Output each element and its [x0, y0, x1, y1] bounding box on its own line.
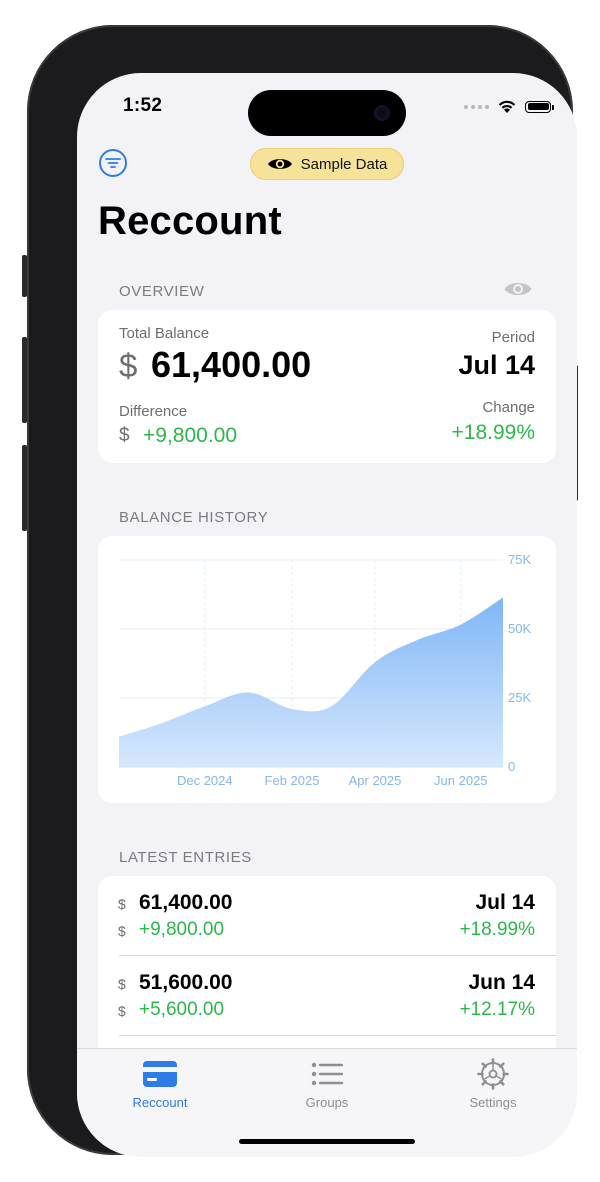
- camera-icon: [374, 105, 390, 121]
- entry-row[interactable]: $ 51,600.00 $ +5,600.00 Jun 14 +12.17%: [98, 956, 556, 1036]
- entry-diff-currency-symbol: $: [118, 923, 126, 939]
- cellular-signal-icon: [464, 104, 489, 109]
- difference-label: Difference: [119, 403, 188, 420]
- change-value: +18.99%: [451, 421, 536, 444]
- home-indicator: [239, 1139, 415, 1144]
- x-tick-label: Apr 2025: [349, 773, 402, 788]
- action-button: [22, 255, 27, 297]
- tab-settings[interactable]: Settings: [410, 1049, 576, 1119]
- total-balance-label: Total Balance: [119, 325, 210, 342]
- entry-amount: 51,600.00: [139, 971, 233, 994]
- filter-button[interactable]: [99, 149, 127, 177]
- entry-change: +18.99%: [459, 919, 535, 940]
- eye-icon: [267, 159, 292, 169]
- screen: 1:52 Sample Data Reccount OVERVIEW Total…: [77, 73, 577, 1157]
- overview-card: Total Balance $ 61,400.00 Period Jul 14 …: [98, 310, 556, 463]
- balance-history-chart: 75K 50K 25K 0 Dec 2024 Feb 2025 Apr 2025 Jun 20…: [119, 552, 531, 788]
- total-balance-value: 61,400.00: [151, 344, 312, 385]
- entry-row[interactable]: $ 61,400.00 $ +9,800.00 Jul 14 +18.99%: [98, 876, 556, 956]
- wifi-icon: [498, 100, 516, 113]
- balance-history-card[interactable]: 75K 50K 25K 0 Dec 2024 Feb 2025 Apr 2025 Jun 20…: [98, 536, 556, 803]
- entry-divider: [119, 1035, 556, 1036]
- x-tick-label: Feb 2025: [265, 773, 320, 788]
- page-title: Reccount: [98, 199, 282, 243]
- status-time: 1:52: [123, 95, 163, 116]
- tab-label: Settings: [469, 1095, 517, 1110]
- list-icon: [311, 1062, 343, 1086]
- difference-value: +9,800.00: [143, 424, 238, 447]
- sample-data-label: Sample Data: [300, 155, 388, 173]
- filter-icon: [105, 158, 121, 168]
- volume-up-button: [22, 337, 27, 423]
- balance-history-section-label: BALANCE HISTORY: [119, 509, 269, 526]
- entry-date: Jun 14: [468, 971, 535, 994]
- sample-data-badge[interactable]: Sample Data: [250, 148, 404, 180]
- tab-groups[interactable]: Groups: [244, 1049, 410, 1119]
- difference-currency-symbol: $: [119, 425, 130, 446]
- entry-difference: +9,800.00: [139, 919, 225, 940]
- entry-difference: +5,600.00: [139, 999, 225, 1020]
- tab-label: Reccount: [132, 1095, 188, 1110]
- volume-down-button: [22, 445, 27, 531]
- latest-entries-list: $ 61,400.00 $ +9,800.00 Jul 14 +18.99% $…: [98, 876, 556, 1076]
- y-tick-label: 25K: [508, 690, 531, 705]
- change-label: Change: [482, 399, 535, 416]
- x-tick-label: Jun 2025: [434, 773, 488, 788]
- y-tick-label: 75K: [508, 552, 531, 567]
- gear-icon: [477, 1058, 509, 1090]
- balance-area: [119, 597, 503, 767]
- total-currency-symbol: $: [119, 347, 138, 384]
- entry-amount: 61,400.00: [139, 891, 233, 914]
- period-value: Jul 14: [458, 350, 535, 380]
- entry-diff-currency-symbol: $: [118, 1003, 126, 1019]
- overview-section-label: OVERVIEW: [119, 283, 205, 300]
- x-tick-label: Dec 2024: [177, 773, 233, 788]
- credit-card-icon: [143, 1061, 177, 1087]
- y-tick-label: 0: [508, 759, 515, 774]
- status-icons: [464, 99, 554, 114]
- latest-entries-section-label: LATEST ENTRIES: [119, 849, 252, 866]
- period-label: Period: [491, 329, 535, 346]
- entry-date: Jul 14: [475, 891, 535, 914]
- entry-currency-symbol: $: [118, 976, 126, 992]
- entry-change: +12.17%: [459, 999, 535, 1020]
- entry-currency-symbol: $: [118, 896, 126, 912]
- battery-icon: [525, 100, 554, 113]
- eye-toggle-icon[interactable]: [503, 279, 533, 299]
- tab-label: Groups: [305, 1095, 349, 1110]
- dynamic-island: [248, 90, 406, 136]
- phone-frame: 1:52 Sample Data Reccount OVERVIEW Total…: [22, 25, 578, 1157]
- tab-reccount[interactable]: Reccount: [77, 1049, 243, 1119]
- y-tick-label: 50K: [508, 621, 531, 636]
